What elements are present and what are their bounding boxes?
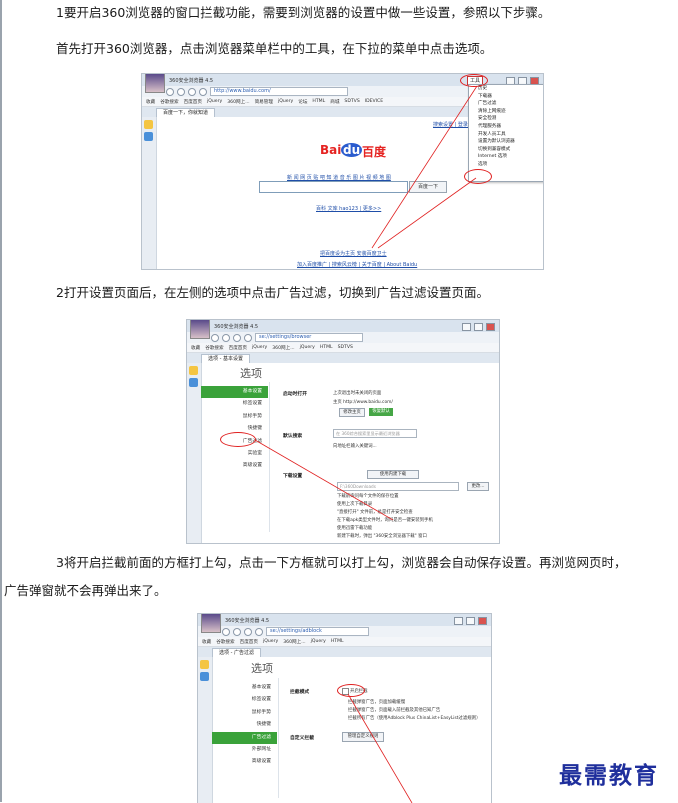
step1-text: 1要开启360浏览器的窗口拦截功能，需要到浏览器的设置中做一些设置，参照以下步骤… xyxy=(56,5,551,20)
screenshot-adblock-settings: 360安全浏览器 4.5 se://settings/adblock 收藏 谷歌… xyxy=(197,613,492,803)
annotation-arrows xyxy=(371,85,478,249)
step2-text: 2打开设置页面后，在左侧的选项中点击广告过滤，切换到广告过滤设置页面。 xyxy=(56,285,489,300)
annotation-arrow xyxy=(347,693,413,803)
watermark-logo: 最需教育 xyxy=(559,762,659,789)
screenshot-settings-page: 360安全浏览器 4.5 se://settings/browser 收藏 谷歌… xyxy=(186,319,500,544)
step3-text-line1: 3将开启拦截前面的方框打上勾，点击一下方框就可以打上勾，浏览器会自动保存设置。再… xyxy=(56,555,627,570)
step1b-text: 首先打开360浏览器，点击浏览器菜单栏中的工具，在下拉的菜单中点击选项。 xyxy=(56,41,493,56)
screenshot-browser-tools-menu: 360安全浏览器 4.5 工具 http://www.baidu.com/ 收藏… xyxy=(141,73,544,270)
step3-text-line2: 广告弹窗就不会再弹出来了。 xyxy=(4,583,167,598)
annotation-arrow xyxy=(254,439,394,521)
left-edge-line xyxy=(0,0,2,802)
